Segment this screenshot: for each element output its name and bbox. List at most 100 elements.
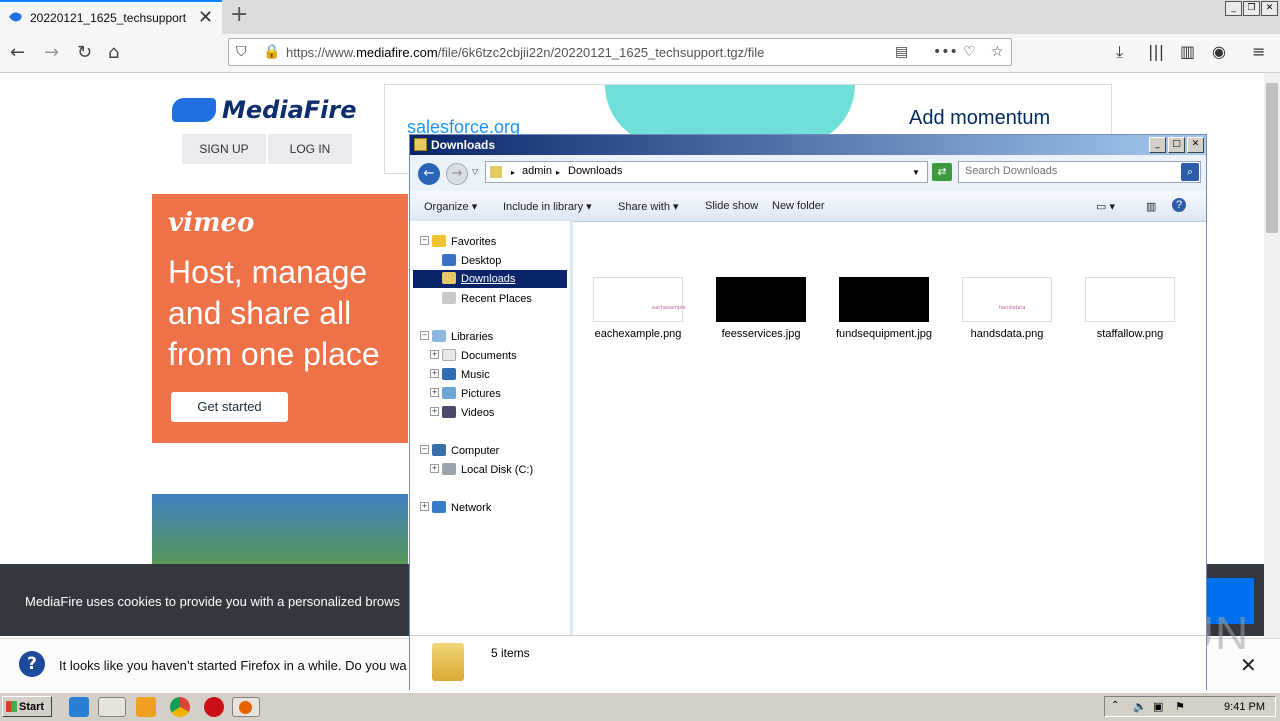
nav-desktop[interactable]: Desktop	[442, 254, 501, 267]
get-started-button[interactable]: Get started	[171, 392, 288, 422]
collapse-icon[interactable]: −	[420, 331, 429, 340]
reader-view-icon[interactable]: ▤	[895, 44, 908, 60]
file-item[interactable]: feesservices.jpg	[706, 277, 816, 341]
expand-icon[interactable]: +	[430, 407, 439, 416]
path-separator-icon[interactable]: ▸	[511, 168, 515, 177]
expand-icon[interactable]: +	[420, 502, 429, 511]
tab-active[interactable]: 20220121_1625_techsupport ✕	[0, 0, 222, 34]
nav-music[interactable]: Music	[442, 368, 490, 381]
path-segment-admin[interactable]: admin	[522, 165, 552, 177]
internet-explorer-icon[interactable]	[69, 697, 89, 717]
home-icon[interactable]: ⌂	[108, 42, 119, 63]
downloads-folder-icon	[442, 272, 456, 284]
videos-icon	[442, 406, 456, 418]
explorer-taskbar-icon[interactable]	[98, 697, 126, 717]
help-icon[interactable]: ?	[1172, 198, 1186, 212]
explorer-search-input[interactable]	[963, 164, 1177, 178]
preview-pane-icon[interactable]: ▥	[1146, 200, 1156, 213]
path-separator-icon[interactable]: ▸	[556, 168, 560, 177]
shield-icon[interactable]: ⛉	[236, 44, 247, 60]
recent-pages-chevron-icon[interactable]: ▽	[472, 167, 478, 176]
reload-icon[interactable]: ↻	[77, 42, 92, 63]
explorer-close-button[interactable]: ✕	[1187, 137, 1204, 153]
minimize-button[interactable]: _	[1225, 1, 1242, 16]
network-tray-icon[interactable]: ▣	[1153, 700, 1163, 713]
change-view-icon[interactable]: ▭ ▾	[1096, 200, 1115, 213]
library-icon[interactable]: |||	[1148, 42, 1164, 61]
file-item[interactable]: fundsequipment.jpg	[829, 277, 939, 341]
back-arrow-icon[interactable]: ←	[10, 42, 25, 63]
organize-menu[interactable]: Organize ▾	[424, 200, 477, 213]
page-scrollbar[interactable]	[1264, 73, 1280, 638]
include-in-library-menu[interactable]: Include in library ▾	[503, 200, 592, 213]
collapse-icon[interactable]: −	[420, 445, 429, 454]
new-tab-button[interactable]: +	[230, 2, 248, 27]
refresh-icon[interactable]: ⇄	[932, 163, 952, 181]
media-player-icon[interactable]	[136, 697, 156, 717]
path-dropdown-icon[interactable]: ▼	[912, 168, 920, 177]
explorer-titlebar[interactable]: Downloads _ □ ✕	[410, 135, 1206, 155]
restore-button[interactable]: ❐	[1243, 1, 1260, 16]
nav-local-disk[interactable]: Local Disk (C:)	[442, 463, 533, 476]
explorer-forward-icon[interactable]: →	[446, 163, 468, 185]
opera-icon[interactable]	[204, 697, 224, 717]
url-text[interactable]: https://www.mediafire.com/file/6k6tzc2cb…	[286, 45, 764, 60]
nav-libraries[interactable]: Libraries	[432, 330, 493, 343]
mediafire-logo[interactable]: MediaFire	[172, 96, 357, 124]
account-icon[interactable]: ◉	[1212, 42, 1226, 61]
nav-favorites[interactable]: Favorites	[432, 235, 496, 248]
file-name: staffallow.png	[1096, 328, 1164, 340]
volume-icon[interactable]: 🔈	[1133, 700, 1147, 713]
share-with-menu[interactable]: Share with ▾	[618, 200, 679, 213]
nav-videos[interactable]: Videos	[442, 406, 494, 419]
tab-title: 20220121_1625_techsupport	[30, 11, 187, 25]
downloads-icon[interactable]: ⤓	[1116, 42, 1123, 62]
nav-computer[interactable]: Computer	[432, 444, 499, 457]
nav-network[interactable]: Network	[432, 501, 491, 514]
start-button[interactable]: Start	[2, 696, 52, 717]
explorer-maximize-button[interactable]: □	[1168, 137, 1185, 153]
expand-icon[interactable]: +	[430, 369, 439, 378]
bookmark-star-icon[interactable]: ☆	[991, 44, 1004, 60]
forward-arrow-icon[interactable]: →	[44, 42, 59, 63]
sign-up-button[interactable]: SIGN UP	[182, 134, 266, 164]
url-bar[interactable]: ⛉ 🔒 https://www.mediafire.com/file/6k6tz…	[228, 38, 1012, 66]
sidebar-icon[interactable]: ▥	[1180, 42, 1195, 61]
new-folder-button[interactable]: New folder	[772, 200, 825, 212]
menu-icon[interactable]: ≡	[1252, 42, 1265, 61]
tab-close-icon[interactable]: ✕	[198, 7, 213, 28]
vimeo-ad[interactable]: vimeo Host, manage and share all from on…	[152, 194, 408, 443]
pocket-icon[interactable]: ♡	[963, 44, 976, 60]
nav-downloads-selected[interactable]: Downloads	[413, 270, 567, 288]
page-actions-icon[interactable]: •••	[933, 44, 958, 60]
search-icon[interactable]: ⌕	[1181, 163, 1199, 181]
path-segment-downloads[interactable]: Downloads	[568, 165, 622, 177]
clock[interactable]: 9:41 PM	[1224, 701, 1265, 713]
log-in-button[interactable]: LOG IN	[268, 134, 352, 164]
close-window-button[interactable]: ✕	[1261, 1, 1278, 16]
tray-expand-icon[interactable]: ⌃	[1111, 700, 1119, 711]
collapse-icon[interactable]: −	[420, 236, 429, 245]
nav-recent-places[interactable]: Recent Places	[442, 292, 532, 305]
nav-pictures[interactable]: Pictures	[442, 387, 501, 400]
explorer-window: Downloads _ □ ✕ ← → ▽ ▸ admin ▸ Download…	[409, 134, 1207, 690]
firefox-taskbar-icon[interactable]	[232, 697, 260, 717]
chrome-icon[interactable]	[170, 697, 190, 717]
slide-show-button[interactable]: Slide show	[705, 200, 758, 212]
explorer-minimize-button[interactable]: _	[1149, 137, 1166, 153]
explorer-search-box[interactable]: ⌕	[958, 161, 1201, 183]
nav-documents[interactable]: Documents	[442, 349, 517, 362]
file-item[interactable]: eachexample eachexample.png	[583, 277, 693, 341]
expand-icon[interactable]: +	[430, 388, 439, 397]
expand-icon[interactable]: +	[430, 464, 439, 473]
file-item[interactable]: staffallow.png	[1075, 277, 1185, 341]
file-item[interactable]: handsdata handsdata.png	[952, 277, 1062, 341]
explorer-path-box[interactable]: ▸ admin ▸ Downloads ▼	[485, 161, 928, 183]
expand-icon[interactable]: +	[430, 350, 439, 359]
mediafire-logo-icon	[172, 98, 216, 122]
scrollbar-thumb[interactable]	[1266, 83, 1278, 233]
action-center-flag-icon[interactable]: ⚑	[1175, 700, 1185, 713]
lock-icon[interactable]: 🔒	[263, 44, 280, 60]
game-ad-image[interactable]	[152, 494, 408, 574]
explorer-back-icon[interactable]: ←	[418, 163, 440, 185]
